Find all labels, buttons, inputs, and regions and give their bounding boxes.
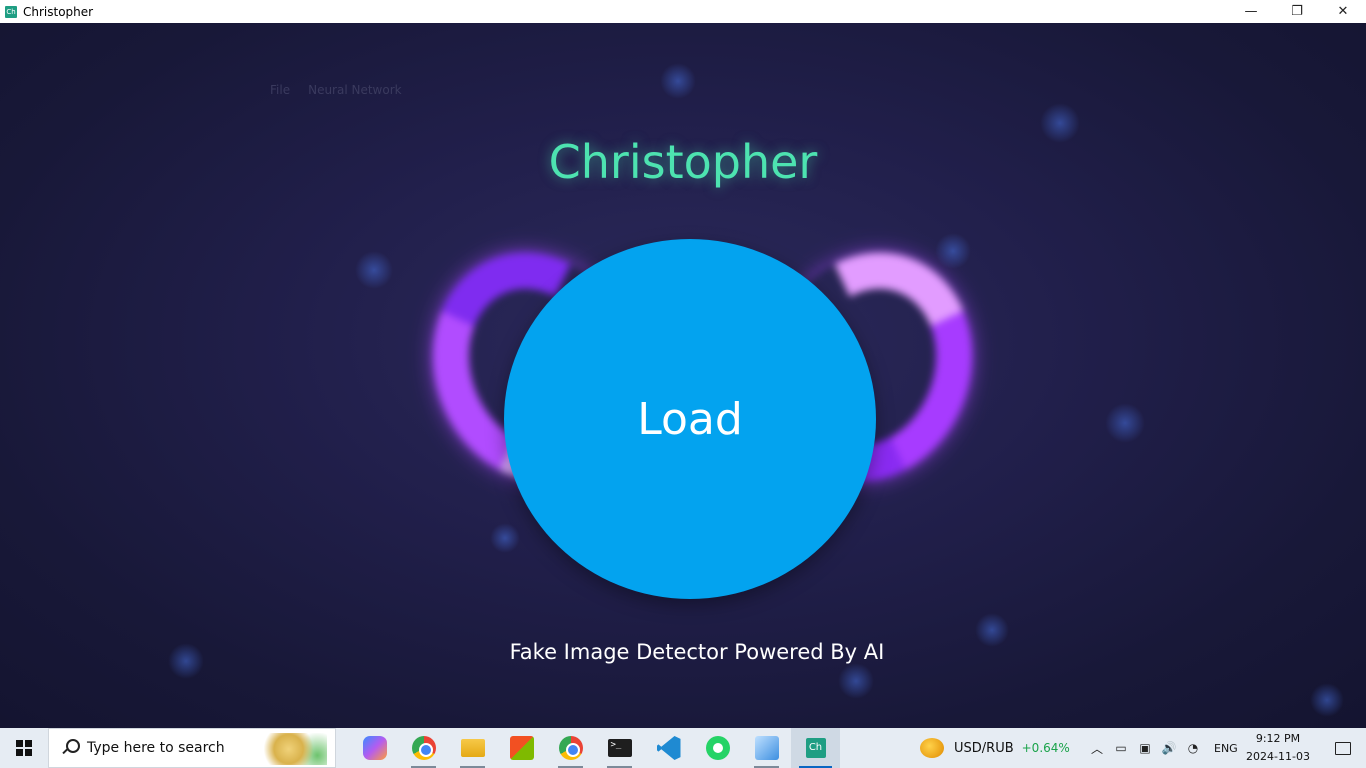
copilot-icon bbox=[362, 736, 387, 760]
taskbar-apps: Ch bbox=[350, 728, 840, 768]
taskbar-app-terminal[interactable] bbox=[595, 728, 644, 768]
whatsapp-icon bbox=[705, 736, 730, 760]
menu-bar: File Neural Network bbox=[270, 83, 402, 97]
system-tray: ︿ ▭ ▣ 🔊 ◔ ENG bbox=[1088, 728, 1238, 768]
currency-widget[interactable]: USD/RUB +0.64% bbox=[920, 728, 1070, 768]
taskbar-app-christopher[interactable]: Ch bbox=[791, 728, 840, 768]
clock-date: 2024-11-03 bbox=[1246, 750, 1310, 763]
windows-logo-icon bbox=[16, 740, 32, 756]
taskbar-app-microsoft-store[interactable] bbox=[497, 728, 546, 768]
bokeh-light bbox=[660, 63, 696, 99]
wifi-icon[interactable]: ◔ bbox=[1184, 739, 1202, 757]
show-hidden-icons-chevron-icon[interactable]: ︿ bbox=[1088, 739, 1106, 757]
taskbar-app-file-explorer[interactable] bbox=[448, 728, 497, 768]
vscode-icon bbox=[656, 736, 681, 760]
minimize-button[interactable]: — bbox=[1228, 0, 1274, 23]
battery-icon[interactable]: ▭ bbox=[1112, 739, 1130, 757]
christopher-app-icon: Ch bbox=[805, 738, 826, 758]
terminal-icon bbox=[607, 739, 632, 757]
search-placeholder: Type here to search bbox=[87, 740, 225, 756]
load-button-label: Load bbox=[637, 393, 743, 445]
taskbar-app-copilot[interactable] bbox=[350, 728, 399, 768]
bokeh-light bbox=[838, 663, 874, 699]
currency-pair: USD/RUB bbox=[954, 740, 1014, 756]
store-icon bbox=[509, 736, 534, 760]
chrome-icon bbox=[558, 736, 583, 760]
chrome-icon bbox=[411, 736, 436, 760]
menu-item-file[interactable]: File bbox=[270, 83, 290, 97]
box-icon bbox=[754, 736, 779, 760]
app-canvas: File Neural Network Christopher Load Fak… bbox=[0, 23, 1366, 728]
notification-center-button[interactable] bbox=[1320, 728, 1366, 768]
taskbar-app-whatsapp[interactable] bbox=[693, 728, 742, 768]
search-icon bbox=[61, 739, 80, 757]
coins-icon bbox=[920, 738, 944, 758]
restore-button[interactable]: ❐ bbox=[1274, 0, 1320, 23]
currency-change: +0.64% bbox=[1021, 741, 1070, 755]
taskbar-app-virtualbox[interactable] bbox=[742, 728, 791, 768]
meet-now-icon[interactable]: ▣ bbox=[1136, 739, 1154, 757]
input-language[interactable]: ENG bbox=[1214, 742, 1238, 755]
volume-icon[interactable]: 🔊 bbox=[1160, 739, 1178, 757]
bokeh-light bbox=[1310, 683, 1344, 717]
taskbar-app-chrome[interactable] bbox=[399, 728, 448, 768]
bokeh-light bbox=[355, 251, 393, 289]
taskbar-clock[interactable]: 9:12 PM 2024-11-03 bbox=[1240, 730, 1316, 766]
load-button[interactable]: Load bbox=[504, 239, 876, 599]
search-highlight-image bbox=[263, 733, 327, 765]
taskbar-app-vscode[interactable] bbox=[644, 728, 693, 768]
close-button[interactable]: ✕ bbox=[1320, 0, 1366, 23]
app-title: Christopher bbox=[548, 135, 818, 189]
menu-item-neural-network[interactable]: Neural Network bbox=[308, 83, 402, 97]
clock-time: 9:12 PM bbox=[1255, 732, 1301, 745]
start-button[interactable] bbox=[0, 728, 48, 768]
app-subtitle: Fake Image Detector Powered By AI bbox=[509, 640, 885, 664]
bokeh-light bbox=[1105, 403, 1145, 443]
taskbar-search-box[interactable]: Type here to search bbox=[48, 728, 336, 768]
folder-icon bbox=[460, 739, 485, 757]
window-title-bar: Ch Christopher — ❐ ✕ bbox=[0, 0, 1366, 23]
bokeh-light bbox=[490, 523, 520, 553]
window-title: Christopher bbox=[23, 4, 94, 19]
taskbar-app-chrome-profile[interactable] bbox=[546, 728, 595, 768]
window-controls: — ❐ ✕ bbox=[1228, 0, 1366, 23]
notification-icon bbox=[1335, 741, 1351, 755]
bokeh-light bbox=[935, 233, 971, 269]
app-icon: Ch bbox=[5, 5, 17, 18]
